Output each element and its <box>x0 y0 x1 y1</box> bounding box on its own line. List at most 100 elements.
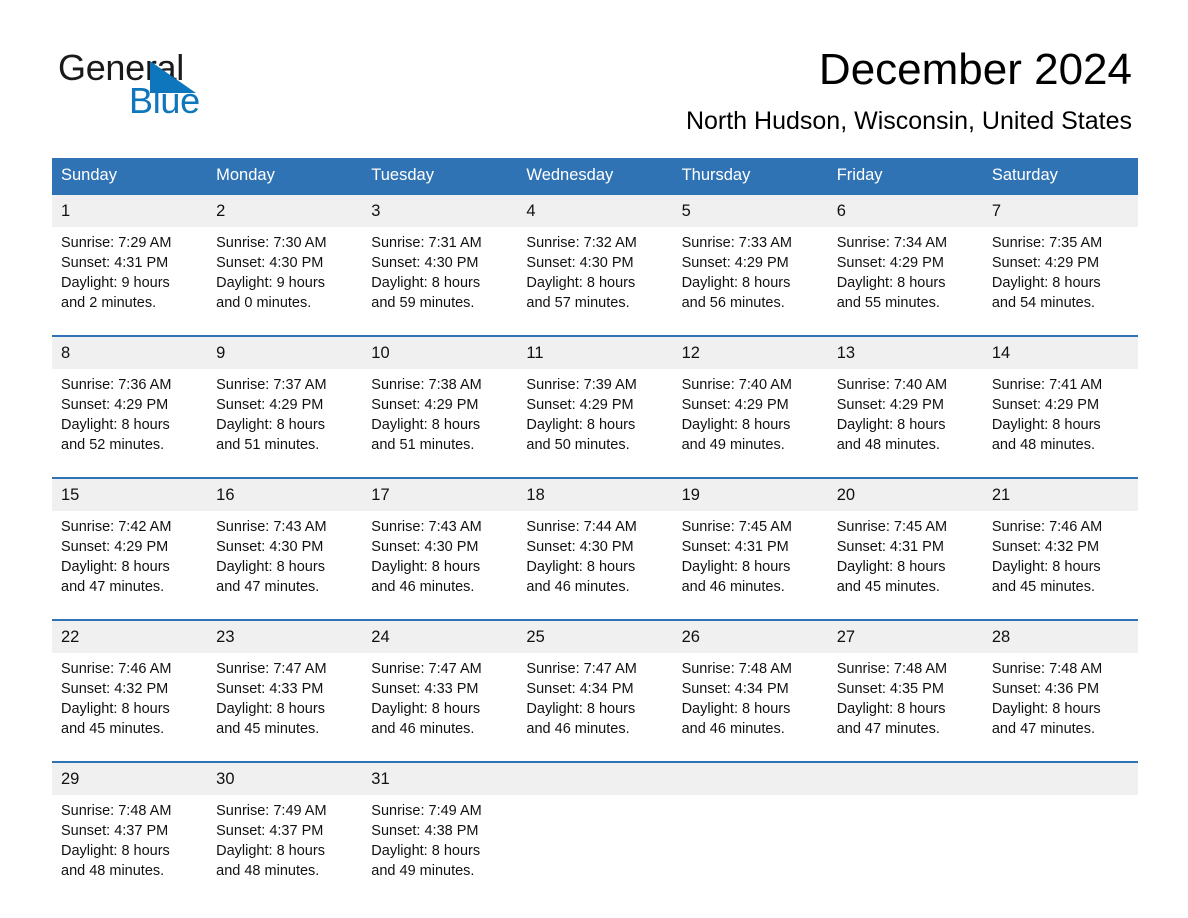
sunset-text: Sunset: 4:29 PM <box>836 255 944 271</box>
daylight-text-line1: Daylight: 8 hours <box>371 275 481 291</box>
sunrise-text: Sunrise: 7:43 AM <box>216 519 327 535</box>
daylight-text-line2: and 45 minutes. <box>216 721 320 737</box>
daylight-text-line1: Daylight: 8 hours <box>371 843 481 859</box>
daylight-text-line2: and 46 minutes. <box>681 579 785 595</box>
sunset-text: Sunset: 4:29 PM <box>526 397 634 413</box>
day-number: 5 <box>672 195 828 227</box>
sunrise-text: Sunrise: 7:39 AM <box>526 377 637 393</box>
calendar-day-cell[interactable]: 15 Sunrise: 7:42 AM Sunset: 4:29 PM Dayligh… <box>52 477 208 620</box>
day-number: 6 <box>827 195 983 227</box>
day-details: Sunrise: 7:48 AM Sunset: 4:37 PM Daylight:… <box>52 795 207 903</box>
calendar-day-cell[interactable]: 21 Sunrise: 7:46 AM Sunset: 4:32 PM Dayligh… <box>982 477 1138 620</box>
calendar-day-cell[interactable]: 7 Sunrise: 7:35 AM Sunset: 4:29 PM Daylight… <box>982 193 1138 336</box>
daylight-text-line1: Daylight: 8 hours <box>526 701 636 717</box>
sunrise-text: Sunrise: 7:37 AM <box>216 377 327 393</box>
calendar-day-cell-empty <box>827 761 983 903</box>
sunset-text: Sunset: 4:37 PM <box>61 823 169 839</box>
daylight-text-line2: and 45 minutes. <box>836 579 940 595</box>
daylight-text-line1: Daylight: 8 hours <box>681 559 791 575</box>
daylight-text-line2: and 51 minutes. <box>216 437 320 453</box>
calendar-page: General Blue December 2024 North Hudson,… <box>0 0 1188 918</box>
sunset-text: Sunset: 4:33 PM <box>216 681 324 697</box>
calendar-day-cell[interactable]: 1 Sunrise: 7:29 AM Sunset: 4:31 PM Daylight… <box>52 193 208 336</box>
calendar-day-cell[interactable]: 13 Sunrise: 7:40 AM Sunset: 4:29 PM Dayligh… <box>827 335 983 478</box>
weekday-header-wednesday: Wednesday <box>517 158 673 194</box>
calendar-day-cell[interactable]: 18 Sunrise: 7:44 AM Sunset: 4:30 PM Dayligh… <box>517 477 673 620</box>
sunset-text: Sunset: 4:36 PM <box>991 681 1100 697</box>
weekday-header-tuesday: Tuesday <box>362 158 518 194</box>
daylight-text-line1: Daylight: 8 hours <box>216 559 325 575</box>
calendar-day-cell[interactable]: 4 Sunrise: 7:32 AM Sunset: 4:30 PM Daylight… <box>517 193 673 336</box>
sunrise-text: Sunrise: 7:35 AM <box>991 235 1103 251</box>
calendar-day-cell[interactable]: 22 Sunrise: 7:46 AM Sunset: 4:32 PM Dayligh… <box>52 619 208 762</box>
day-details: Sunrise: 7:47 AM Sunset: 4:33 PM Daylight:… <box>362 653 517 761</box>
daylight-text-line2: and 54 minutes. <box>991 295 1096 311</box>
calendar-day-cell[interactable]: 31 Sunrise: 7:49 AM Sunset: 4:38 PM Dayligh… <box>362 761 518 903</box>
calendar-day-cell[interactable]: 11 Sunrise: 7:39 AM Sunset: 4:29 PM Dayligh… <box>517 335 673 478</box>
sunset-text: Sunset: 4:29 PM <box>371 397 479 413</box>
calendar-table: Sunday Monday Tuesday Wednesday Thursday… <box>52 158 1138 903</box>
calendar-day-cell[interactable]: 12 Sunrise: 7:40 AM Sunset: 4:29 PM Dayligh… <box>672 335 828 478</box>
daylight-text-line1: Daylight: 8 hours <box>371 559 481 575</box>
day-number: 18 <box>517 479 673 511</box>
sunrise-text: Sunrise: 7:45 AM <box>836 519 948 535</box>
calendar-day-cell[interactable]: 14 Sunrise: 7:41 AM Sunset: 4:29 PM Dayligh… <box>982 335 1138 478</box>
daylight-text-line2: and 45 minutes. <box>61 721 165 737</box>
daylight-text-line2: and 46 minutes. <box>371 721 475 737</box>
calendar-day-cell[interactable]: 19 Sunrise: 7:45 AM Sunset: 4:31 PM Dayligh… <box>672 477 828 620</box>
calendar-day-cell[interactable]: 9 Sunrise: 7:37 AM Sunset: 4:29 PM Daylight… <box>207 335 363 478</box>
day-details: Sunrise: 7:40 AM Sunset: 4:29 PM Daylight:… <box>828 369 983 477</box>
calendar-day-cell[interactable]: 8 Sunrise: 7:36 AM Sunset: 4:29 PM Daylight… <box>52 335 208 478</box>
day-number: 15 <box>52 479 208 511</box>
calendar-day-cell[interactable]: 25 Sunrise: 7:47 AM Sunset: 4:34 PM Dayligh… <box>517 619 673 762</box>
calendar-day-cell[interactable]: 17 Sunrise: 7:43 AM Sunset: 4:30 PM Dayligh… <box>362 477 518 620</box>
day-number: 21 <box>982 479 1138 511</box>
daylight-text-line2: and 2 minutes. <box>61 295 157 311</box>
daylight-text-line2: and 59 minutes. <box>371 295 475 311</box>
day-number: 31 <box>362 763 518 795</box>
calendar-day-cell[interactable]: 16 Sunrise: 7:43 AM Sunset: 4:30 PM Dayligh… <box>207 477 363 620</box>
calendar-header-row: Sunday Monday Tuesday Wednesday Thursday… <box>52 158 1138 194</box>
daylight-text-line2: and 49 minutes. <box>371 863 475 879</box>
daylight-text-line1: Daylight: 8 hours <box>216 843 325 859</box>
sunrise-text: Sunrise: 7:41 AM <box>991 377 1103 393</box>
calendar-day-cell[interactable]: 5 Sunrise: 7:33 AM Sunset: 4:29 PM Daylight… <box>672 193 828 336</box>
calendar-day-cell[interactable]: 2 Sunrise: 7:30 AM Sunset: 4:30 PM Daylight… <box>207 193 363 336</box>
calendar-day-cell[interactable]: 23 Sunrise: 7:47 AM Sunset: 4:33 PM Dayligh… <box>207 619 363 762</box>
day-number: 1 <box>52 195 208 227</box>
day-number: 14 <box>982 337 1138 369</box>
sunrise-text: Sunrise: 7:46 AM <box>991 519 1103 535</box>
generalblue-logo[interactable]: General Blue <box>58 50 358 121</box>
day-number: 12 <box>672 337 828 369</box>
calendar-day-cell[interactable]: 30 Sunrise: 7:49 AM Sunset: 4:37 PM Dayligh… <box>207 761 363 903</box>
day-details: Sunrise: 7:49 AM Sunset: 4:38 PM Daylight:… <box>362 795 517 903</box>
daylight-text-line1: Daylight: 8 hours <box>681 275 791 291</box>
day-number: 2 <box>207 195 363 227</box>
calendar-day-cell[interactable]: 10 Sunrise: 7:38 AM Sunset: 4:29 PM Dayligh… <box>362 335 518 478</box>
day-number: 19 <box>672 479 828 511</box>
day-number: 29 <box>52 763 208 795</box>
calendar-day-cell[interactable]: 26 Sunrise: 7:48 AM Sunset: 4:34 PM Dayligh… <box>672 619 828 762</box>
daylight-text-line1: Daylight: 9 hours <box>216 275 325 291</box>
day-details: Sunrise: 7:45 AM Sunset: 4:31 PM Daylight:… <box>828 511 983 619</box>
calendar-day-cell[interactable]: 20 Sunrise: 7:45 AM Sunset: 4:31 PM Dayligh… <box>827 477 983 620</box>
calendar-day-cell-empty <box>517 761 673 903</box>
sunset-text: Sunset: 4:31 PM <box>681 539 789 555</box>
calendar-day-cell[interactable]: 27 Sunrise: 7:48 AM Sunset: 4:35 PM Dayligh… <box>827 619 983 762</box>
day-details: Sunrise: 7:48 AM Sunset: 4:35 PM Daylight:… <box>828 653 983 761</box>
daylight-text-line1: Daylight: 8 hours <box>991 701 1101 717</box>
day-details: Sunrise: 7:34 AM Sunset: 4:29 PM Daylight:… <box>828 227 983 335</box>
calendar-day-cell[interactable]: 29 Sunrise: 7:48 AM Sunset: 4:37 PM Dayligh… <box>52 761 208 903</box>
sunset-text: Sunset: 4:32 PM <box>61 681 169 697</box>
calendar-day-cell[interactable]: 28 Sunrise: 7:48 AM Sunset: 4:36 PM Dayligh… <box>982 619 1138 762</box>
calendar-day-cell[interactable]: 3 Sunrise: 7:31 AM Sunset: 4:30 PM Daylight… <box>362 193 518 336</box>
sunrise-text: Sunrise: 7:33 AM <box>681 235 792 251</box>
daylight-text-line1: Daylight: 8 hours <box>991 275 1101 291</box>
calendar-day-cell[interactable]: 24 Sunrise: 7:47 AM Sunset: 4:33 PM Dayligh… <box>362 619 518 762</box>
day-number: 7 <box>982 195 1138 227</box>
daylight-text-line2: and 52 minutes. <box>61 437 165 453</box>
day-details: Sunrise: 7:46 AM Sunset: 4:32 PM Daylight:… <box>52 653 207 761</box>
day-details <box>517 795 672 903</box>
calendar-day-cell[interactable]: 6 Sunrise: 7:34 AM Sunset: 4:29 PM Daylight… <box>827 193 983 336</box>
logo-text-blue: Blue <box>129 80 200 121</box>
